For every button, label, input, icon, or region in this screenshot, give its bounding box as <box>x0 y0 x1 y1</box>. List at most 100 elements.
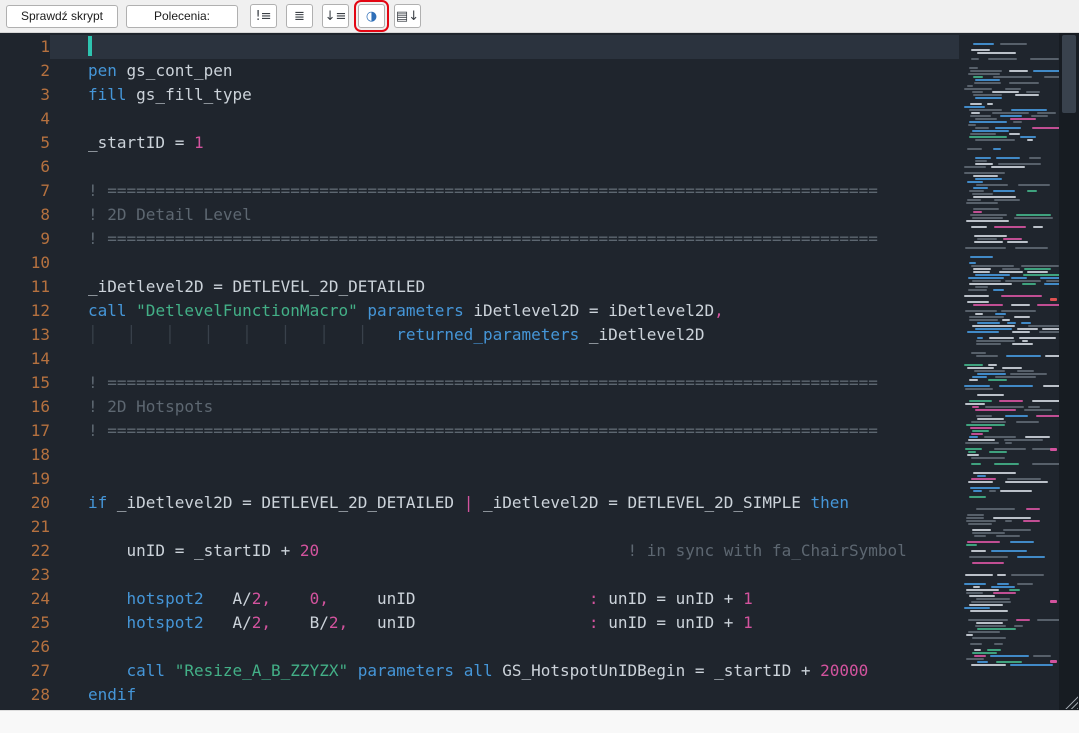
code-line-text <box>50 347 959 371</box>
line-number: 10 <box>0 251 50 275</box>
code-row-14[interactable]: 14 <box>0 347 959 371</box>
code-row-5[interactable]: 5_startID = 1 <box>0 131 959 155</box>
code-row-17[interactable]: 17! ====================================… <box>0 419 959 443</box>
code-line-text: call "Resize_A_B_ZZYZX" parameters all G… <box>50 659 959 683</box>
code-lines[interactable]: 12pen gs_cont_pen3fill gs_fill_type45_st… <box>0 33 959 710</box>
line-number: 1 <box>0 35 50 59</box>
code-row-1[interactable]: 1 <box>0 35 959 59</box>
code-row-25[interactable]: 25 hotspot2 A/2, B/2, unID : unID = unID… <box>0 611 959 635</box>
check-script-button[interactable]: Sprawdź skrypt <box>6 5 118 28</box>
code-line-text: hotspot2 A/2, B/2, unID : unID = unID + … <box>50 611 959 635</box>
line-number: 7 <box>0 179 50 203</box>
code-line-text: _iDetlevel2D = DETLEVEL_2D_DETAILED <box>50 275 959 299</box>
scrollbar-thumb[interactable] <box>1062 35 1076 113</box>
script-errors-button[interactable]: !≡ <box>250 4 277 28</box>
code-row-7[interactable]: 7! =====================================… <box>0 179 959 203</box>
line-number: 9 <box>0 227 50 251</box>
bottom-bar <box>0 710 1079 733</box>
code-row-2[interactable]: 2pen gs_cont_pen <box>0 59 959 83</box>
code-line-text: if _iDetlevel2D = DETLEVEL_2D_DETAILED |… <box>50 491 959 515</box>
vertical-scrollbar[interactable] <box>1059 33 1079 710</box>
code-row-9[interactable]: 9! =====================================… <box>0 227 959 251</box>
code-line-text: ! 2D Detail Level <box>50 203 959 227</box>
code-line-text: fill gs_fill_type <box>50 83 959 107</box>
minimap-lines <box>959 37 1059 666</box>
code-row-18[interactable]: 18 <box>0 443 959 467</box>
code-row-24[interactable]: 24 hotspot2 A/2, 0, unID : unID = unID +… <box>0 587 959 611</box>
code-row-6[interactable]: 6 <box>0 155 959 179</box>
text-cursor <box>88 36 92 56</box>
script-editor[interactable]: 12pen gs_cont_pen3fill gs_fill_type45_st… <box>0 33 1079 710</box>
code-row-4[interactable]: 4 <box>0 107 959 131</box>
line-number: 22 <box>0 539 50 563</box>
code-row-11[interactable]: 11_iDetlevel2D = DETLEVEL_2D_DETAILED <box>0 275 959 299</box>
line-number: 16 <box>0 395 50 419</box>
code-row-21[interactable]: 21 <box>0 515 959 539</box>
minimap-mark <box>1050 600 1057 603</box>
line-number: 26 <box>0 635 50 659</box>
half-circle-contrast-icon: ◑ <box>366 9 377 24</box>
code-line-text: endif <box>50 683 959 707</box>
code-line-text <box>50 443 959 467</box>
code-row-22[interactable]: 22 unID = _startID + 20 ! in sync with f… <box>0 539 959 563</box>
commands-button[interactable]: Polecenia: <box>126 5 238 28</box>
transfer-window-button[interactable]: ▤↓ <box>394 4 421 28</box>
code-row-26[interactable]: 26 <box>0 635 959 659</box>
script-list-button[interactable]: ≣ <box>286 4 313 28</box>
code-row-28[interactable]: 28endif <box>0 683 959 707</box>
code-line-text <box>50 155 959 179</box>
line-number: 17 <box>0 419 50 443</box>
code-line-text: call "DetlevelFunctionMacro" parameters … <box>50 299 959 323</box>
line-number: 8 <box>0 203 50 227</box>
line-number: 6 <box>0 155 50 179</box>
code-line-text: ! ======================================… <box>50 419 959 443</box>
code-line-text <box>50 515 959 539</box>
code-row-27[interactable]: 27 call "Resize_A_B_ZZYZX" parameters al… <box>0 659 959 683</box>
code-row-15[interactable]: 15! ====================================… <box>0 371 959 395</box>
code-line-text: ! ======================================… <box>50 371 959 395</box>
code-line-text: ! ======================================… <box>50 179 959 203</box>
line-number: 23 <box>0 563 50 587</box>
code-line-text: ! ======================================… <box>50 227 959 251</box>
minimap[interactable] <box>959 33 1059 710</box>
line-number: 2 <box>0 59 50 83</box>
minimap-mark <box>1050 660 1057 663</box>
code-row-16[interactable]: 16! 2D Hotspots <box>0 395 959 419</box>
line-number: 15 <box>0 371 50 395</box>
toolbar: Sprawdź skrypt Polecenia: !≡ ≣ ↓≡ ◑ ▤↓ <box>0 0 1079 33</box>
gdl-script-editor-window: Sprawdź skrypt Polecenia: !≡≣↓≡◑▤↓ 12pen… <box>0 0 1079 733</box>
code-row-10[interactable]: 10 <box>0 251 959 275</box>
code-line-text <box>50 35 959 59</box>
code-line-text: unID = _startID + 20 ! in sync with fa_C… <box>50 539 959 563</box>
code-row-20[interactable]: 20if _iDetlevel2D = DETLEVEL_2D_DETAILED… <box>0 491 959 515</box>
insert-command-button[interactable]: ↓≡ <box>322 4 349 28</box>
code-row-12[interactable]: 12call "DetlevelFunctionMacro" parameter… <box>0 299 959 323</box>
code-line-text <box>50 251 959 275</box>
insert-lines-icon: ↓≡ <box>325 9 347 24</box>
list-icon: ≣ <box>294 9 305 24</box>
code-row-19[interactable]: 19 <box>0 467 959 491</box>
line-number: 21 <box>0 515 50 539</box>
line-number: 12 <box>0 299 50 323</box>
line-number: 18 <box>0 443 50 467</box>
window-arrow-icon: ▤↓ <box>396 9 419 24</box>
line-number: 27 <box>0 659 50 683</box>
minimap-mark <box>1050 298 1057 301</box>
code-row-13[interactable]: 13│ │ │ │ │ │ │ │ returned_parameters _i… <box>0 323 959 347</box>
code-row-23[interactable]: 23 <box>0 563 959 587</box>
line-number: 19 <box>0 467 50 491</box>
line-number: 4 <box>0 107 50 131</box>
code-row-8[interactable]: 8! 2D Detail Level <box>0 203 959 227</box>
code-line-text <box>50 563 959 587</box>
line-number: 20 <box>0 491 50 515</box>
line-number: 24 <box>0 587 50 611</box>
contrast-theme-button[interactable]: ◑ <box>358 4 385 28</box>
warning-list-icon: !≡ <box>255 9 271 24</box>
line-number: 5 <box>0 131 50 155</box>
line-number: 13 <box>0 323 50 347</box>
code-line-text: ! 2D Hotspots <box>50 395 959 419</box>
code-line-text: pen gs_cont_pen <box>50 59 959 83</box>
code-row-3[interactable]: 3fill gs_fill_type <box>0 83 959 107</box>
line-number: 28 <box>0 683 50 707</box>
code-line-text: _startID = 1 <box>50 131 959 155</box>
